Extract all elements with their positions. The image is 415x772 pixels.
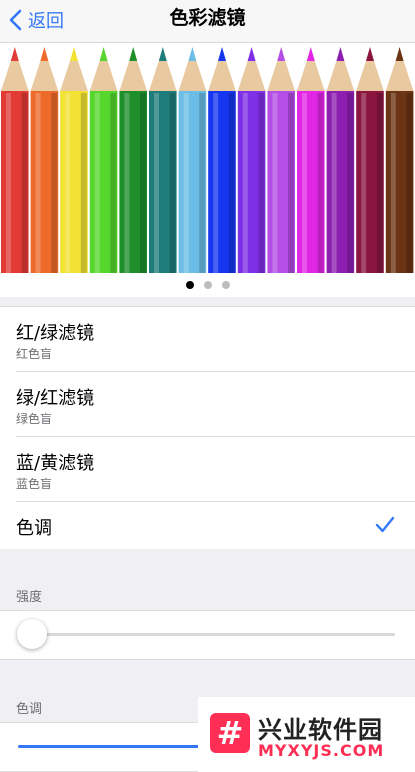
pencil xyxy=(267,47,295,273)
page-dot[interactable] xyxy=(185,281,194,289)
intensity-track[interactable] xyxy=(32,633,395,636)
intensity-slider[interactable] xyxy=(0,610,415,660)
filter-option-deuteranopia[interactable]: 绿/红滤镜 绿色盲 xyxy=(16,372,415,437)
filter-subtitle: 蓝色盲 xyxy=(16,477,53,491)
watermark: # 兴业软件园 MYXYJS.COM xyxy=(198,697,415,772)
pencil xyxy=(60,47,88,273)
checkmark-icon xyxy=(375,516,395,533)
hue-section-label: 色调 xyxy=(16,702,43,717)
watermark-name: 兴业软件园 xyxy=(258,716,383,744)
filter-title: 红/绿滤镜 xyxy=(16,323,95,344)
watermark-logo-icon: # xyxy=(210,713,250,753)
pencil xyxy=(385,47,414,273)
pencil xyxy=(326,47,355,273)
filter-title: 绿/红滤镜 xyxy=(16,388,95,409)
hue-track[interactable] xyxy=(18,745,218,748)
page-dot[interactable] xyxy=(221,281,230,289)
filter-option-protanopia[interactable]: 红/绿滤镜 红色盲 xyxy=(16,307,415,372)
pencil xyxy=(178,47,207,273)
pencil xyxy=(237,47,266,273)
intensity-thumb[interactable] xyxy=(17,619,47,649)
pencil xyxy=(30,47,59,273)
filter-option-color-tint[interactable]: 色调 xyxy=(0,502,415,549)
filter-title: 色调 xyxy=(16,518,52,539)
filter-option-tritanopia[interactable]: 蓝/黄滤镜 蓝色盲 xyxy=(16,437,415,502)
pencil xyxy=(297,47,325,273)
pencil xyxy=(356,47,384,273)
pencil xyxy=(1,47,29,273)
pencil xyxy=(149,47,177,273)
filter-subtitle: 红色盲 xyxy=(16,347,53,361)
page-dot[interactable] xyxy=(203,281,212,289)
navigation-bar: 返回 色彩滤镜 xyxy=(0,0,415,43)
watermark-site: MYXYJS.COM xyxy=(258,741,385,760)
filter-subtitle: 绿色盲 xyxy=(16,412,53,426)
pencil xyxy=(208,47,236,273)
intensity-section-label: 强度 xyxy=(16,590,43,605)
filter-list: 红/绿滤镜 红色盲 绿/红滤镜 绿色盲 蓝/黄滤镜 蓝色盲 色调 xyxy=(0,306,415,549)
pencils-image xyxy=(1,47,414,273)
color-pencils-preview[interactable] xyxy=(0,43,415,273)
page-indicator[interactable] xyxy=(0,273,415,297)
pencil xyxy=(89,47,118,273)
pencil xyxy=(119,47,147,273)
page-title: 色彩滤镜 xyxy=(169,7,246,29)
filter-title: 蓝/黄滤镜 xyxy=(16,453,95,474)
